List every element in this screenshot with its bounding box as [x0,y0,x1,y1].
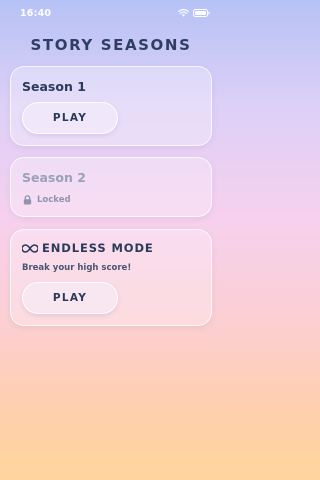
locked-status: Locked [23,195,71,205]
wifi-icon [178,9,189,17]
season-1-title: Season 1 [22,79,86,94]
locked-label: Locked [37,195,71,205]
status-bar: 16:40 [0,0,222,26]
battery-icon [193,9,210,17]
endless-play-button[interactable]: PLAY [22,282,118,314]
endless-mode-card: ENDLESS MODE Break your high score! PLAY [10,229,212,326]
page-title: STORY SEASONS [30,36,192,54]
endless-mode-title: ENDLESS MODE [42,241,154,255]
season-1-card: Season 1 PLAY [10,66,212,146]
endless-mode-header: ENDLESS MODE [22,241,154,255]
endless-mode-subtitle: Break your high score! [22,263,132,273]
status-time: 16:40 [20,7,52,19]
season-2-title: Season 2 [22,170,86,185]
lock-icon [23,195,32,205]
infinity-icon [22,243,38,253]
status-icons [178,9,210,17]
season-1-play-button[interactable]: PLAY [22,102,118,134]
season-2-card: Season 2 Locked [10,157,212,217]
